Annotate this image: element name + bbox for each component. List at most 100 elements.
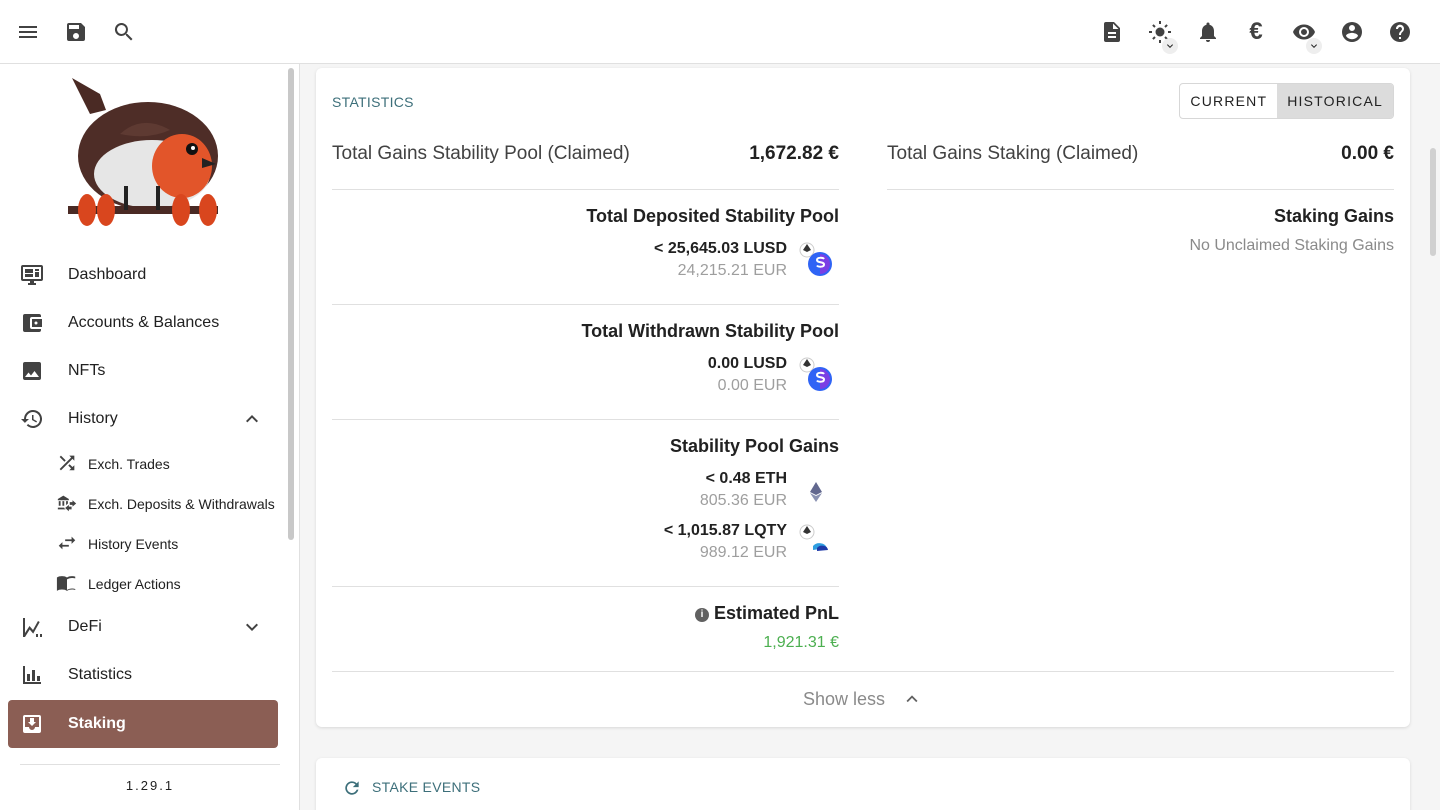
eth-icon [810,482,822,502]
bar-chart-icon [20,663,44,687]
main-scrollbar[interactable] [1430,148,1436,256]
lusd-icon [799,242,832,276]
sidebar-item-accounts[interactable]: Accounts & Balances [8,299,278,347]
swap-horizontal-icon [56,532,80,556]
chevron-up-icon [906,695,918,703]
sidebar-item-label: Statistics [68,666,133,683]
stake-events-card: STAKE EVENTS [316,758,1410,810]
currency-icon[interactable]: € [1236,12,1276,52]
save-icon[interactable] [56,12,96,52]
chart-areaspline-icon [20,615,44,639]
divider [887,189,1394,190]
robin-logo [68,78,218,226]
sidebar-item-label: NFTs [68,362,106,379]
total-label: Total Gains Staking (Claimed) [887,143,1139,164]
staking-total: Total Gains Staking (Claimed) 0.00 € [887,143,1394,173]
lqty-icon [799,524,828,551]
section-title: Staking Gains [1273,206,1394,226]
search-icon[interactable] [104,12,144,52]
divider [332,304,839,305]
fiat-amount: 0.00 EUR [717,377,787,394]
total-label: Total Gains Stability Pool (Claimed) [332,143,630,164]
amount-block: < 25,645.03 LUSD 24,215.21 EUR [654,238,787,282]
deposited-section: Total Deposited Stability Pool < 25,645.… [332,206,839,306]
chevron-down-icon[interactable] [1162,38,1178,54]
sidebar-item-label: History [68,410,118,427]
menu-icon[interactable] [8,12,48,52]
image-icon [20,359,44,383]
info-icon[interactable]: i [695,608,709,622]
sidebar-item-label: DeFi [68,618,102,635]
divider [332,419,839,420]
sidebar-item-nfts[interactable]: NFTs [8,347,278,395]
show-less-button[interactable]: Show less [316,684,1410,714]
token-amount: < 0.48 ETH [705,470,787,487]
token-amount: < 25,645.03 LUSD [654,240,787,257]
chevron-up-icon[interactable] [240,407,264,431]
sidebar-subitem-ledger-actions[interactable]: Ledger Actions [48,564,278,604]
sidebar-item-defi[interactable]: DeFi [8,603,278,651]
empty-state-text: No Unclaimed Staking Gains [1189,237,1394,254]
divider [332,586,839,587]
divider [332,189,839,190]
token-amount: < 1,015.87 LQTY [663,522,787,539]
wallet-icon [20,311,44,335]
amount-block: < 0.48 ETH 805.36 EUR [700,468,787,512]
sidebar-item-history[interactable]: History [8,395,278,443]
notifications-icon[interactable] [1188,12,1228,52]
history-icon [20,407,44,431]
pnl-value: 1,921.31 € [763,634,839,651]
inbox-arrow-down-icon [20,712,44,736]
fiat-amount: 805.36 EUR [699,492,787,509]
chevron-down-icon[interactable] [240,615,264,639]
fiat-amount: 24,215.21 EUR [677,262,787,279]
sidebar-item-staking[interactable]: Staking [8,700,278,748]
sidebar-subitem-history-events[interactable]: History Events [48,524,278,564]
sidebar-subitem-label: History Events [88,536,179,552]
staking-gains-section: Staking Gains No Unclaimed Staking Gains [887,206,1394,266]
bank-transfer-icon [56,492,80,516]
sidebar-subitem-label: Exch. Trades [88,456,170,472]
sidebar-scrollbar[interactable] [288,68,294,540]
amount-block: 0.00 LUSD 0.00 EUR [708,353,787,397]
withdrawn-section: Total Withdrawn Stability Pool 0.00 LUSD… [332,321,839,421]
statistics-card: STATISTICS CURRENT HISTORICAL Total Gain… [316,68,1410,727]
card-title: STATISTICS [332,94,414,110]
app-bar: € [0,0,1440,64]
section-title: Total Deposited Stability Pool [586,206,839,226]
notes-icon[interactable] [1092,12,1132,52]
sidebar-item-statistics[interactable]: Statistics [8,651,278,699]
amount-block: < 1,015.87 LQTY 989.12 EUR [664,520,787,564]
stability-pool-total: Total Gains Stability Pool (Claimed) 1,6… [332,143,839,173]
app-version: 1.29.1 [125,778,175,793]
privacy-icon[interactable] [1284,12,1324,54]
divider [20,764,280,765]
divider [332,671,1394,672]
total-value: 1,672.82 € [749,143,839,164]
account-icon[interactable] [1332,12,1372,52]
sidebar-item-label: Accounts & Balances [68,314,220,331]
show-less-label: Show less [802,688,886,709]
toggle-current[interactable]: CURRENT [1180,84,1277,118]
card-title: STAKE EVENTS [372,779,481,795]
chevron-down-icon[interactable] [1306,38,1322,54]
section-title: Total Withdrawn Stability Pool [581,321,839,341]
estimated-pnl-section: i Estimated PnL 1,921.31 € [332,603,839,673]
sidebar-subitem-label: Ledger Actions [88,576,181,592]
total-value: 0.00 € [1341,143,1394,164]
theme-icon[interactable] [1140,12,1180,54]
sidebar: Dashboard Accounts & Balances NFTs Histo… [0,64,300,810]
fiat-amount: 989.12 EUR [699,544,787,561]
sidebar-subitem-exch-trades[interactable]: Exch. Trades [48,444,278,484]
toggle-historical[interactable]: HISTORICAL [1277,84,1393,118]
sidebar-subitem-label: Exch. Deposits & Withdrawals [88,496,275,512]
shuffle-icon [56,452,80,476]
sidebar-subitem-exch-deposits[interactable]: Exch. Deposits & Withdrawals [48,484,278,524]
monitor-dashboard-icon [20,263,44,287]
book-open-icon [56,572,80,596]
refresh-icon[interactable] [342,778,362,798]
help-icon[interactable] [1380,12,1420,52]
lusd-icon [799,357,832,391]
sidebar-item-dashboard[interactable]: Dashboard [8,251,278,299]
view-toggle: CURRENT HISTORICAL [1179,83,1394,119]
